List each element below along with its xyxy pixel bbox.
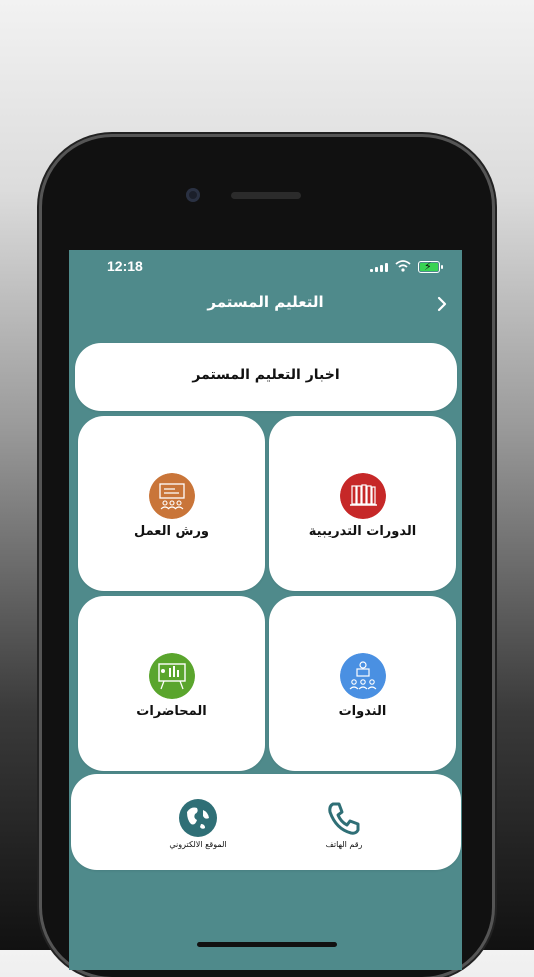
battery-icon: ⚡ — [418, 260, 443, 273]
workshops-label: ورش العمل — [133, 524, 210, 539]
lectures-label: المحاضرات — [136, 704, 207, 719]
lecture-board-icon — [148, 653, 195, 699]
news-label: اخبار التعليم المستمر — [192, 367, 340, 383]
training-courses-label: الدورات التدريبية — [308, 524, 417, 539]
page-title: التعليم المستمر — [207, 293, 324, 311]
status-time: 12:18 — [107, 258, 143, 274]
website-button[interactable]: الموقع الالكتروني — [153, 798, 243, 849]
phone-label: رقم الهاتف — [325, 840, 363, 849]
phone-icon — [328, 802, 360, 835]
home-indicator[interactable] — [197, 942, 337, 947]
front-camera — [186, 188, 200, 202]
website-label: الموقع الالكتروني — [169, 840, 227, 849]
wifi-icon — [395, 260, 411, 272]
earpiece-speaker — [231, 192, 301, 199]
signal-icon — [370, 262, 390, 272]
status-bar: 12:18 ⚡ — [69, 250, 462, 282]
chevron-right-icon[interactable] — [434, 296, 450, 312]
seminars-label: الندوات — [338, 704, 387, 719]
globe-icon — [179, 799, 217, 837]
news-button[interactable]: اخبار التعليم المستمر — [75, 343, 457, 411]
nav-bar: التعليم المستمر — [69, 288, 462, 320]
phone-button[interactable]: رقم الهاتف — [299, 798, 389, 849]
seminar-icon — [339, 653, 386, 699]
lectures-button[interactable]: المحاضرات — [78, 596, 265, 771]
app-screen: 12:18 ⚡ التعليم المستمر اخبار التعليم ال… — [69, 250, 462, 970]
training-courses-button[interactable]: الدورات التدريبية — [269, 416, 456, 591]
books-icon — [339, 473, 386, 519]
seminars-button[interactable]: الندوات — [269, 596, 456, 771]
contact-card: الموقع الالكتروني رقم الهاتف — [71, 774, 461, 870]
workshops-button[interactable]: ورش العمل — [78, 416, 265, 591]
workshop-board-icon — [148, 473, 195, 519]
